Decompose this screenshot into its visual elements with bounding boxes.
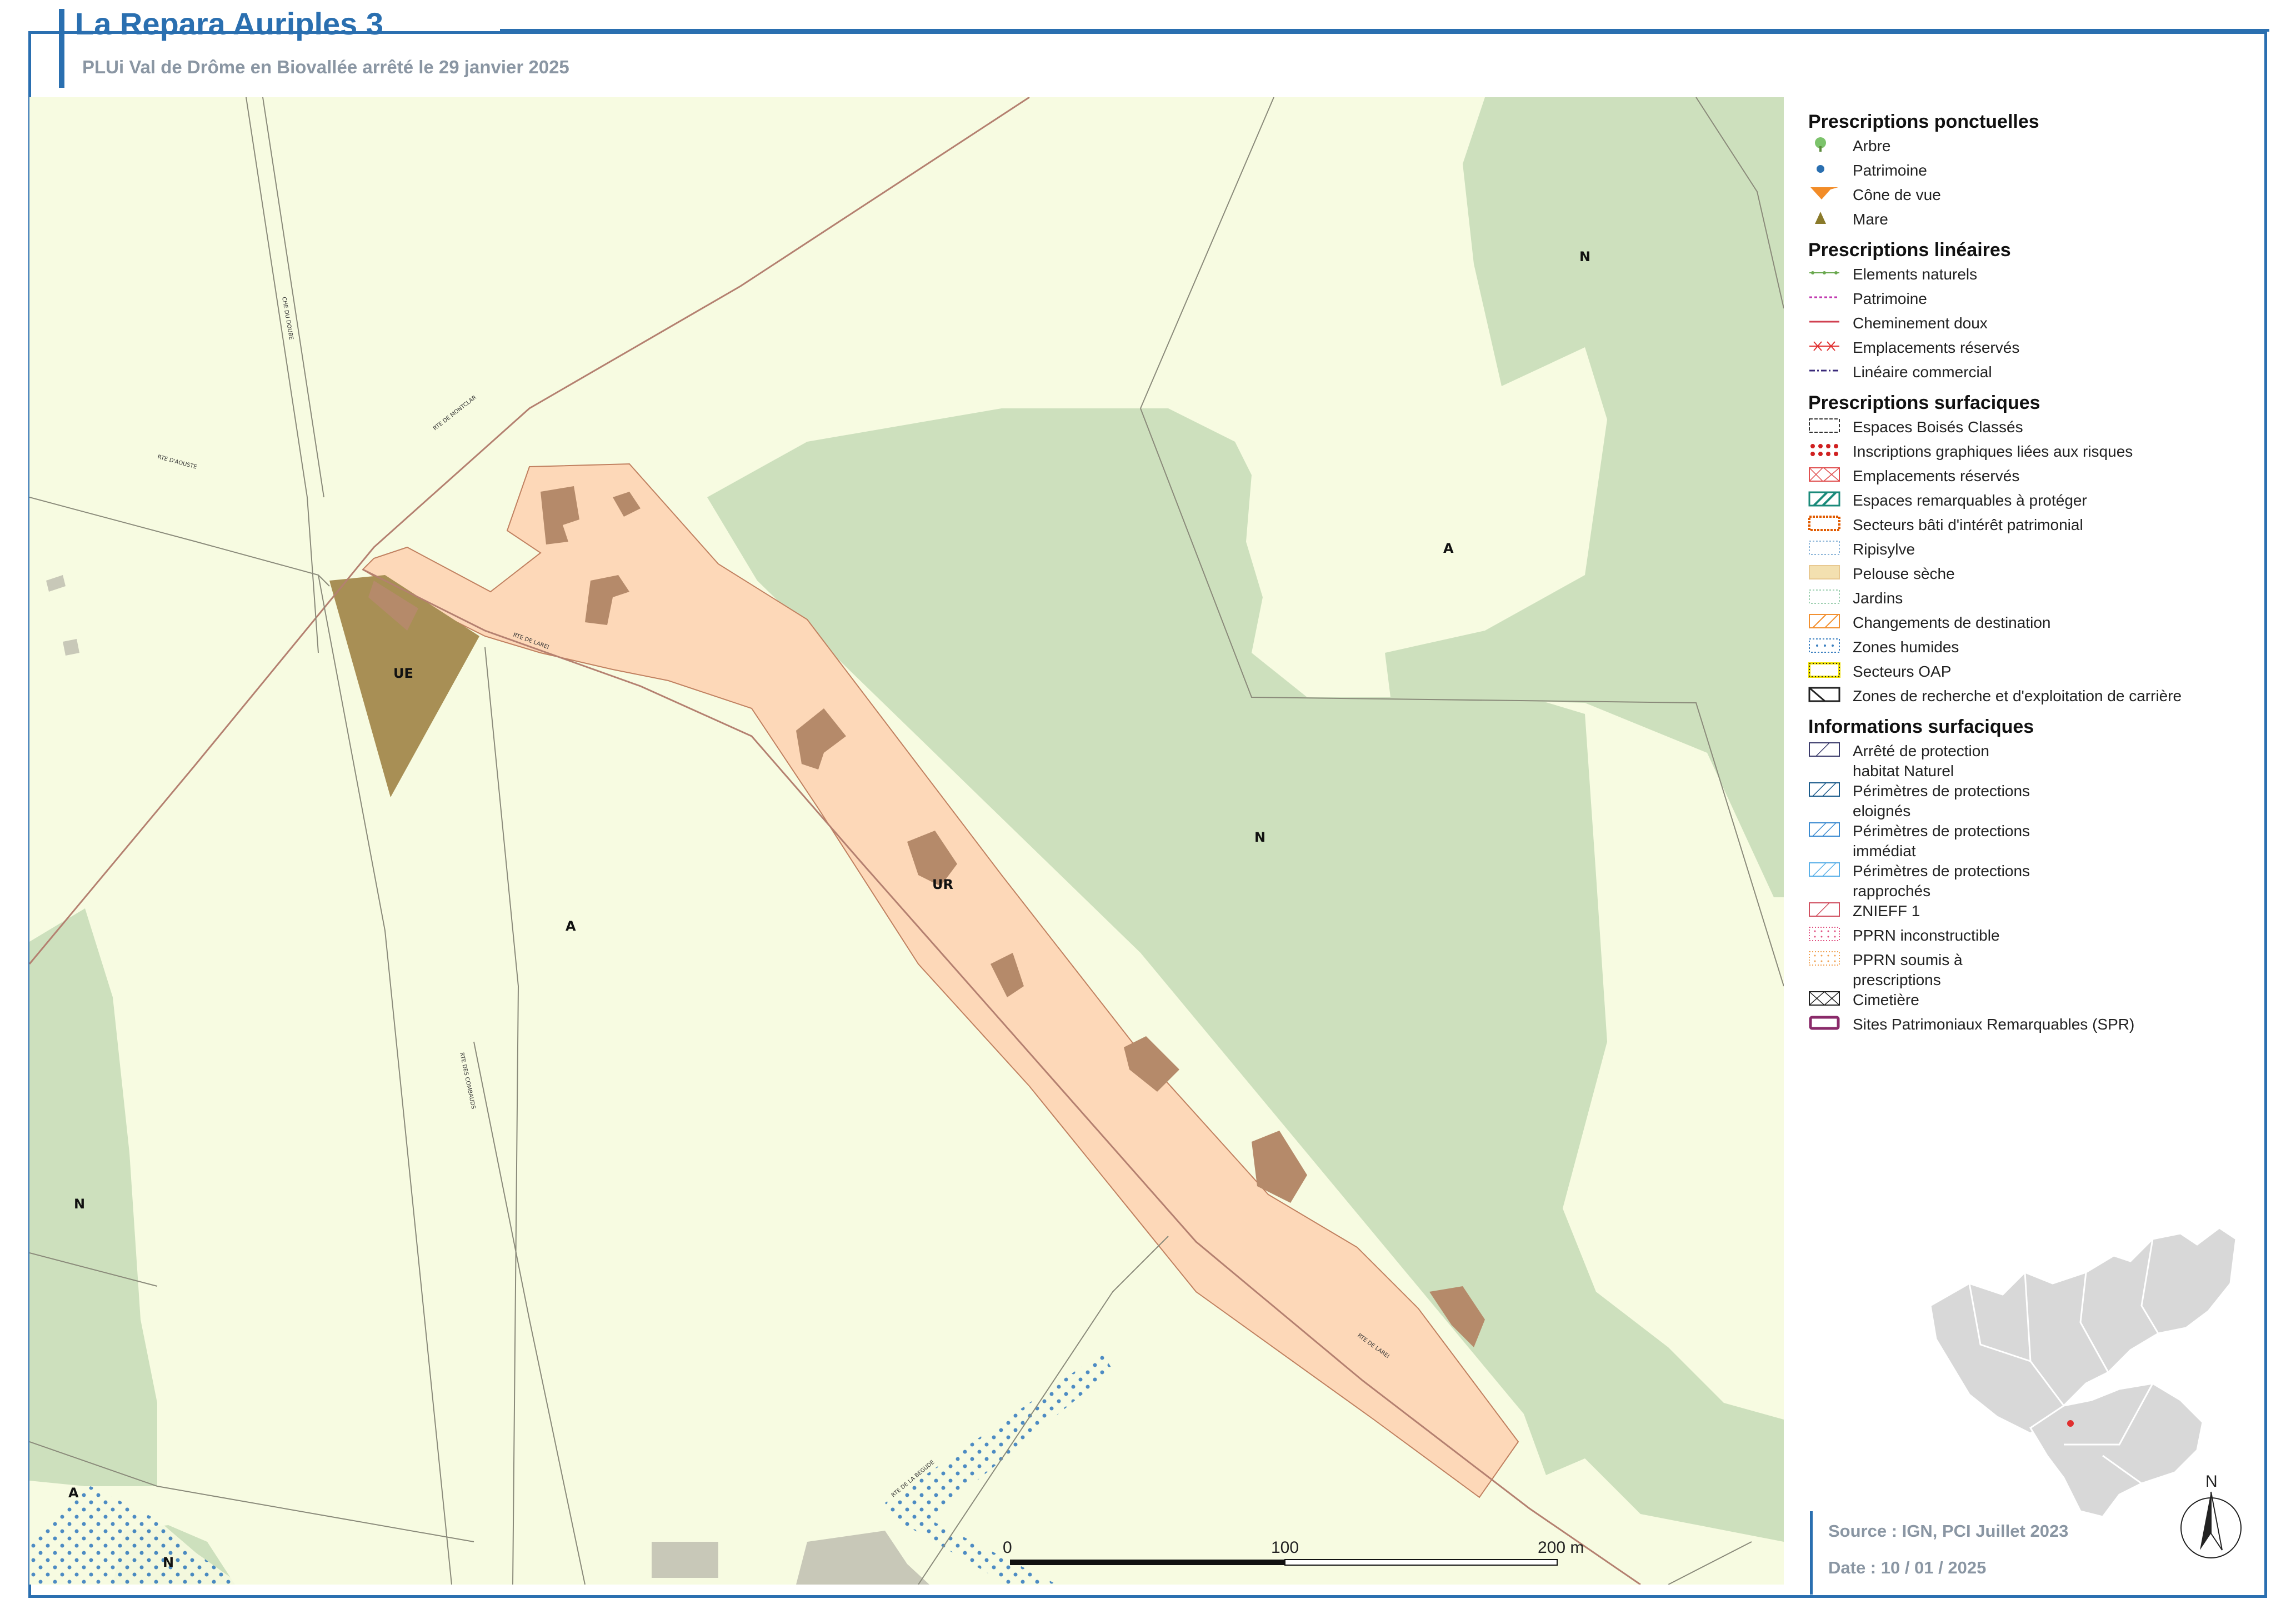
quarry-swatch-icon	[1808, 686, 1840, 703]
road-label-4: RTE DES COMBAUDS	[458, 1052, 476, 1110]
legend-item: Pelouse sèche	[1808, 564, 2253, 588]
source-block: Source : IGN, PCI Juillet 2023 Date : 10…	[1810, 1511, 2068, 1595]
legend-item: Changements de destination	[1808, 613, 2253, 637]
road-label-2: RTE D'AOUSTE	[157, 454, 197, 470]
legend-item: Patrimoine	[1808, 161, 2253, 185]
wetland-bottom-left	[29, 1486, 241, 1585]
scale-bar: 0 100 200 m	[1003, 1538, 1584, 1566]
scale-label-100: 100	[1271, 1538, 1299, 1557]
scale-label-0: 0	[1003, 1538, 1012, 1557]
zone-label-n-center: N	[1254, 830, 1265, 845]
wetland-bottom-road	[885, 1353, 1113, 1585]
ppr-swatch-icon	[1808, 861, 1840, 878]
zone-label-a-main: A	[566, 918, 576, 934]
legend-item: ZNIEFF 1	[1808, 901, 2253, 926]
legend-item: PPRN soumis à prescriptions	[1808, 950, 2253, 990]
legend-item: Inscriptions graphiques liées aux risque…	[1808, 442, 2253, 466]
spr-swatch-icon	[1808, 1015, 1840, 1031]
heritage-swatch-icon	[1808, 515, 1840, 532]
legend-item: Secteurs OAP	[1808, 662, 2253, 686]
line-green-dots-icon	[1808, 264, 1840, 281]
zone-label-n-left: N	[74, 1196, 85, 1212]
ripisylve-swatch-icon	[1808, 539, 1840, 556]
legend-item: Espaces remarquables à protéger	[1808, 491, 2253, 515]
ppe-swatch-icon	[1808, 781, 1840, 798]
zone-label-ur: UR	[932, 877, 953, 892]
tree-icon	[1808, 136, 1840, 153]
pprn-s-swatch-icon	[1808, 950, 1840, 967]
aphn-swatch-icon	[1808, 741, 1840, 758]
legend-item: Cimetière	[1808, 990, 2253, 1015]
legend-item: Sites Patrimoniaux Remarquables (SPR)	[1808, 1015, 2253, 1039]
legend-item: Ripisylve	[1808, 539, 2253, 564]
date-text: Date : 10 / 01 / 2025	[1828, 1558, 1987, 1577]
legend-item: Espaces Boisés Classés	[1808, 417, 2253, 442]
er-swatch-icon	[1808, 466, 1840, 483]
legend-item: Mare	[1808, 209, 2253, 234]
oap-swatch-icon	[1808, 662, 1840, 678]
legend-item: Périmètres de protections rapprochés	[1808, 861, 2253, 901]
source-text: Source : IGN, PCI Juillet 2023	[1828, 1521, 2069, 1541]
map-canvas[interactable]: N A N UR UE A N A N CHE DU DOUBE RTE DE …	[29, 97, 1784, 1585]
wetland-swatch-icon	[1808, 637, 1840, 654]
locator-marker	[2067, 1420, 2074, 1427]
ebc-swatch-icon	[1808, 417, 1840, 434]
triangle-icon	[1808, 209, 1840, 226]
legend-title-ponctuelles: Prescriptions ponctuelles	[1808, 111, 2039, 132]
cemetery-swatch-icon	[1808, 990, 1840, 1007]
north-label: N	[2205, 1472, 2218, 1491]
zone-label-ue: UE	[393, 666, 413, 681]
map-svg: N A N UR UE A N A N CHE DU DOUBE RTE DE …	[29, 97, 1784, 1585]
jardins-swatch-icon	[1808, 588, 1840, 605]
remarkable-swatch-icon	[1808, 491, 1840, 507]
legend-item: Secteurs bâti d'intérêt patrimonial	[1808, 515, 2253, 539]
line-purple-dash-icon	[1808, 362, 1840, 379]
legend-item: Zones de recherche et d'exploitation de …	[1808, 686, 2253, 711]
legend-item: Emplacements réservés	[1808, 466, 2253, 491]
zone-label-n-bottom: N	[163, 1555, 174, 1570]
road-label-1: RTE DE MONTCLAR	[432, 394, 478, 432]
pelouse-swatch-icon	[1808, 564, 1840, 581]
line-magenta-dash-icon	[1808, 289, 1840, 306]
line-red-icon	[1808, 313, 1840, 330]
legend-item: Zones humides	[1808, 637, 2253, 662]
ppi-swatch-icon	[1808, 821, 1840, 838]
legend-item: Cheminement doux	[1808, 313, 2253, 338]
dot-icon	[1808, 161, 1840, 177]
zone-label-n-top: N	[1579, 249, 1590, 264]
znieff-swatch-icon	[1808, 901, 1840, 918]
line-red-cross-icon	[1808, 338, 1840, 354]
north-arrow-icon: N	[2180, 1472, 2242, 1558]
legend-title-informations: Informations surfaciques	[1808, 716, 2034, 737]
pprn-i-swatch-icon	[1808, 926, 1840, 942]
legend-item: Emplacements réservés	[1808, 338, 2253, 362]
legend-item: Elements naturels	[1808, 264, 2253, 289]
legend: Prescriptions ponctuelles Arbre Patrimoi…	[1808, 106, 2253, 1039]
zone-label-a-bottom: A	[68, 1485, 79, 1501]
legend-item: Périmètres de protections eloignés	[1808, 781, 2253, 821]
zone-n-left	[29, 908, 157, 1486]
legend-item: Patrimoine	[1808, 289, 2253, 313]
legend-title-lineaires: Prescriptions linéaires	[1808, 239, 2011, 261]
view-cone-icon	[1808, 185, 1840, 202]
legend-item: Arbre	[1808, 136, 2253, 161]
destination-swatch-icon	[1808, 613, 1840, 629]
legend-item: Périmètres de protections immédiat	[1808, 821, 2253, 861]
legend-item: Jardins	[1808, 588, 2253, 613]
legend-item: Arrêté de protection habitat Naturel	[1808, 741, 2253, 781]
legend-item: Cône de vue	[1808, 185, 2253, 209]
zone-label-a-top: A	[1443, 541, 1454, 556]
scale-label-200: 200 m	[1538, 1538, 1584, 1557]
legend-item: PPRN inconstructible	[1808, 926, 2253, 950]
legend-item: Linéaire commercial	[1808, 362, 2253, 387]
legend-title-surfaciques: Prescriptions surfaciques	[1808, 392, 2040, 413]
risk-swatch-icon	[1808, 442, 1840, 458]
